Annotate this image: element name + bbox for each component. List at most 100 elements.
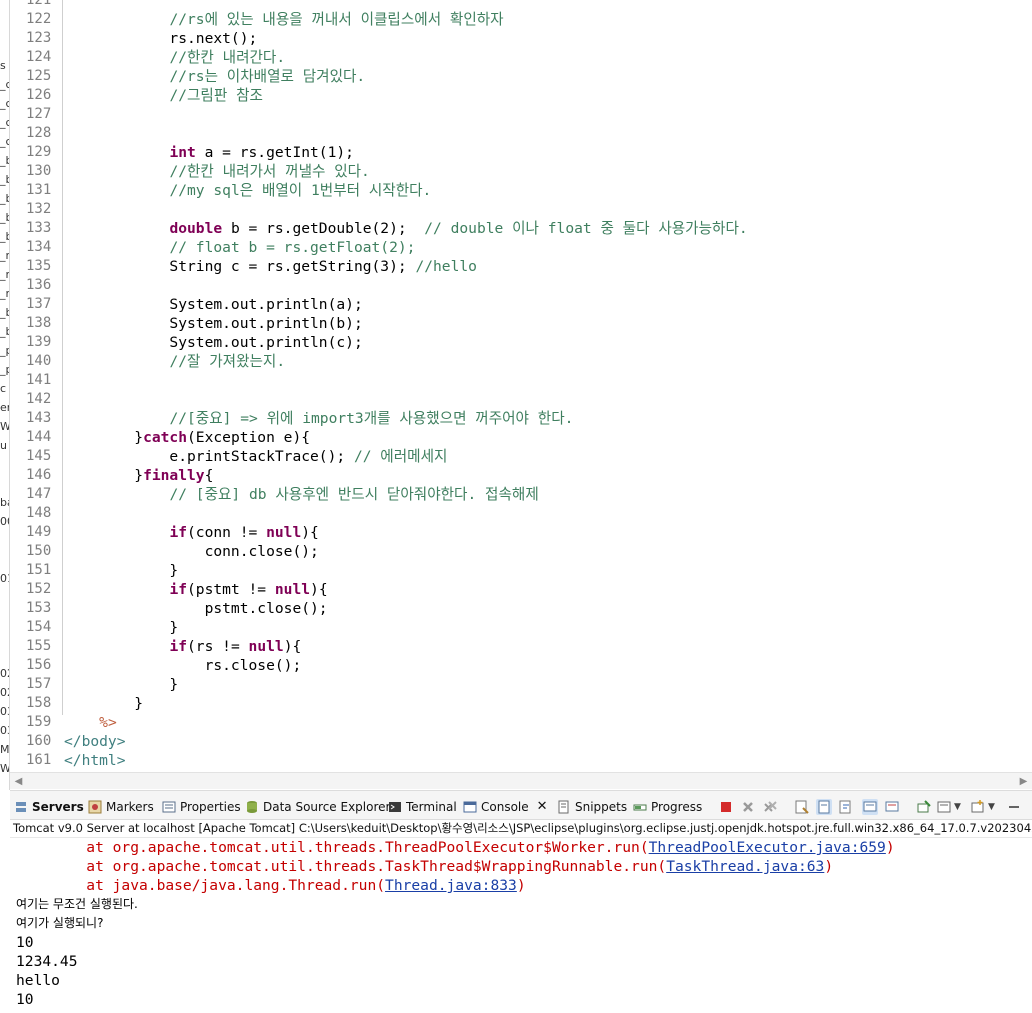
package-explorer-item-fragment[interactable]: u: [0, 437, 9, 455]
console-output[interactable]: at org.apache.tomcat.util.threads.Thread…: [10, 838, 1032, 1013]
source-link[interactable]: Thread.java:833: [385, 877, 517, 894]
package-explorer-item-fragment[interactable]: _r: [0, 285, 9, 303]
package-explorer-item-fragment[interactable]: _c: [0, 95, 9, 113]
package-explorer-item-fragment[interactable]: _b: [0, 152, 9, 170]
package-explorer-item-fragment[interactable]: _c: [0, 114, 9, 132]
line-number: 125: [26, 68, 52, 84]
code-line: // [중요] db 사용후엔 반드시 닫아줘야한다. 접속해제: [64, 485, 1024, 504]
line-number: 135: [26, 258, 52, 274]
package-explorer-item-fragment[interactable]: 03: [0, 703, 9, 721]
package-explorer-item-fragment[interactable]: M: [0, 741, 9, 759]
package-explorer-item-fragment[interactable]: 01: [0, 570, 9, 588]
show-on-stdout-icon[interactable]: [862, 799, 878, 815]
scroll-lock-icon[interactable]: [816, 799, 832, 815]
tab-snippets[interactable]: Snippets: [557, 798, 627, 816]
close-icon[interactable]: ✕: [537, 798, 548, 816]
code-editor[interactable]: 121 122 123 124 125 126 127 128 129 130 131 132 133 1…: [10, 0, 1032, 772]
console-output-line: 여기가 실행되니?: [16, 916, 104, 930]
editor-horizontal-scrollbar[interactable]: ◀ ▶: [10, 772, 1032, 789]
code-keyword: finally: [143, 467, 205, 484]
package-explorer-item-fragment[interactable]: _b: [0, 323, 9, 341]
console-icon: [463, 800, 477, 814]
line-number: 132: [26, 201, 52, 217]
package-explorer-item-fragment[interactable]: 02: [0, 684, 9, 702]
package-explorer-item-fragment[interactable]: 03: [0, 722, 9, 740]
minimize-icon[interactable]: [1006, 799, 1022, 815]
code-line: // float b = rs.getFloat(2);: [64, 238, 1024, 257]
package-explorer-item-fragment[interactable]: c: [0, 380, 9, 398]
package-explorer-item-fragment[interactable]: [0, 475, 9, 493]
package-explorer-item-fragment[interactable]: _p: [0, 342, 9, 360]
package-explorer-item-fragment[interactable]: [0, 532, 9, 550]
package-explorer-item-fragment[interactable]: [0, 551, 9, 569]
tab-servers[interactable]: Servers: [14, 798, 84, 816]
tab-progress-label: Progress: [651, 800, 703, 814]
package-explorer-item-fragment[interactable]: [0, 646, 9, 664]
display-console-dropdown-icon[interactable]: ▼: [954, 799, 970, 815]
package-explorer-item-fragment[interactable]: _b: [0, 209, 9, 227]
package-explorer-item-fragment[interactable]: _r: [0, 247, 9, 265]
code-line: int a = rs.getInt(1);: [64, 143, 1024, 162]
tab-servers-label: Servers: [32, 800, 84, 814]
code-text: ){: [310, 581, 328, 598]
package-explorer-item-fragment[interactable]: _b: [0, 228, 9, 246]
package-explorer-item-fragment[interactable]: [0, 589, 9, 607]
code-text: }: [64, 429, 144, 446]
code-comment: //hello: [415, 258, 477, 275]
source-link[interactable]: TaskThread.java:63: [666, 858, 824, 875]
show-on-stderr-icon[interactable]: [884, 799, 900, 815]
tab-console[interactable]: Console ✕: [463, 798, 548, 816]
line-number: 148: [26, 505, 52, 521]
source-link[interactable]: ThreadPoolExecutor.java:659: [649, 839, 886, 856]
line-number: 152: [26, 581, 52, 597]
display-console-icon[interactable]: [936, 799, 952, 815]
code-line: //한칸 내려간다.: [64, 48, 1024, 67]
code-line: }catch(Exception e){: [64, 428, 1024, 447]
open-console-icon[interactable]: [970, 799, 986, 815]
tab-properties[interactable]: Properties: [162, 798, 241, 816]
package-explorer-item-fragment[interactable]: ba: [0, 494, 9, 512]
package-explorer-item-fragment[interactable]: _r: [0, 266, 9, 284]
line-number: 157: [26, 676, 52, 692]
word-wrap-icon[interactable]: [838, 799, 854, 815]
tab-data-source-explorer[interactable]: Data Source Explorer: [245, 798, 390, 816]
package-explorer-item-fragment[interactable]: _c: [0, 76, 9, 94]
stack-trace-suffix: ): [516, 877, 526, 894]
line-number: 122: [26, 11, 52, 27]
package-explorer-item-fragment[interactable]: s: [0, 57, 9, 75]
terminate-icon[interactable]: [718, 799, 734, 815]
scroll-right-icon[interactable]: ▶: [1015, 773, 1032, 790]
code-line: //rs는 이차배열로 담겨있다.: [64, 67, 1024, 86]
scroll-left-icon[interactable]: ◀: [10, 773, 27, 790]
remove-launch-icon[interactable]: [740, 799, 756, 815]
package-explorer-item-fragment[interactable]: W: [0, 418, 9, 436]
package-explorer-item-fragment[interactable]: 02: [0, 665, 9, 683]
remove-all-icon[interactable]: [762, 799, 778, 815]
package-explorer-item-fragment[interactable]: _c: [0, 133, 9, 151]
code-keyword: catch: [143, 429, 188, 446]
tab-progress[interactable]: Progress: [633, 798, 702, 816]
package-explorer-item-fragment[interactable]: _p: [0, 361, 9, 379]
package-explorer-item-fragment[interactable]: 00: [0, 513, 9, 531]
package-explorer-item-fragment[interactable]: _b: [0, 304, 9, 322]
code-line: }: [64, 618, 1024, 637]
package-explorer-item-fragment[interactable]: _b: [0, 171, 9, 189]
package-explorer-item-fragment[interactable]: [0, 608, 9, 626]
package-explorer-item-fragment[interactable]: W: [0, 760, 9, 778]
package-explorer-item-fragment[interactable]: [0, 627, 9, 645]
code-line: conn.close();: [64, 542, 1024, 561]
pin-console-icon[interactable]: [916, 799, 932, 815]
package-explorer-item-fragment[interactable]: _b: [0, 190, 9, 208]
line-number: 154: [26, 619, 52, 635]
tab-terminal[interactable]: Terminal: [388, 798, 457, 816]
package-explorer-item-fragment[interactable]: [0, 456, 9, 474]
tab-markers[interactable]: Markers: [88, 798, 154, 816]
open-console-dropdown-icon[interactable]: ▼: [988, 799, 1004, 815]
line-number: 138: [26, 315, 52, 331]
code-line: </body>: [64, 732, 1024, 751]
package-explorer-item-fragment[interactable]: er: [0, 399, 9, 417]
clear-console-icon[interactable]: [794, 799, 810, 815]
code-area[interactable]: //rs에 있는 내용을 꺼내서 이클립스에서 확인하자 rs.next(); …: [64, 0, 1024, 770]
